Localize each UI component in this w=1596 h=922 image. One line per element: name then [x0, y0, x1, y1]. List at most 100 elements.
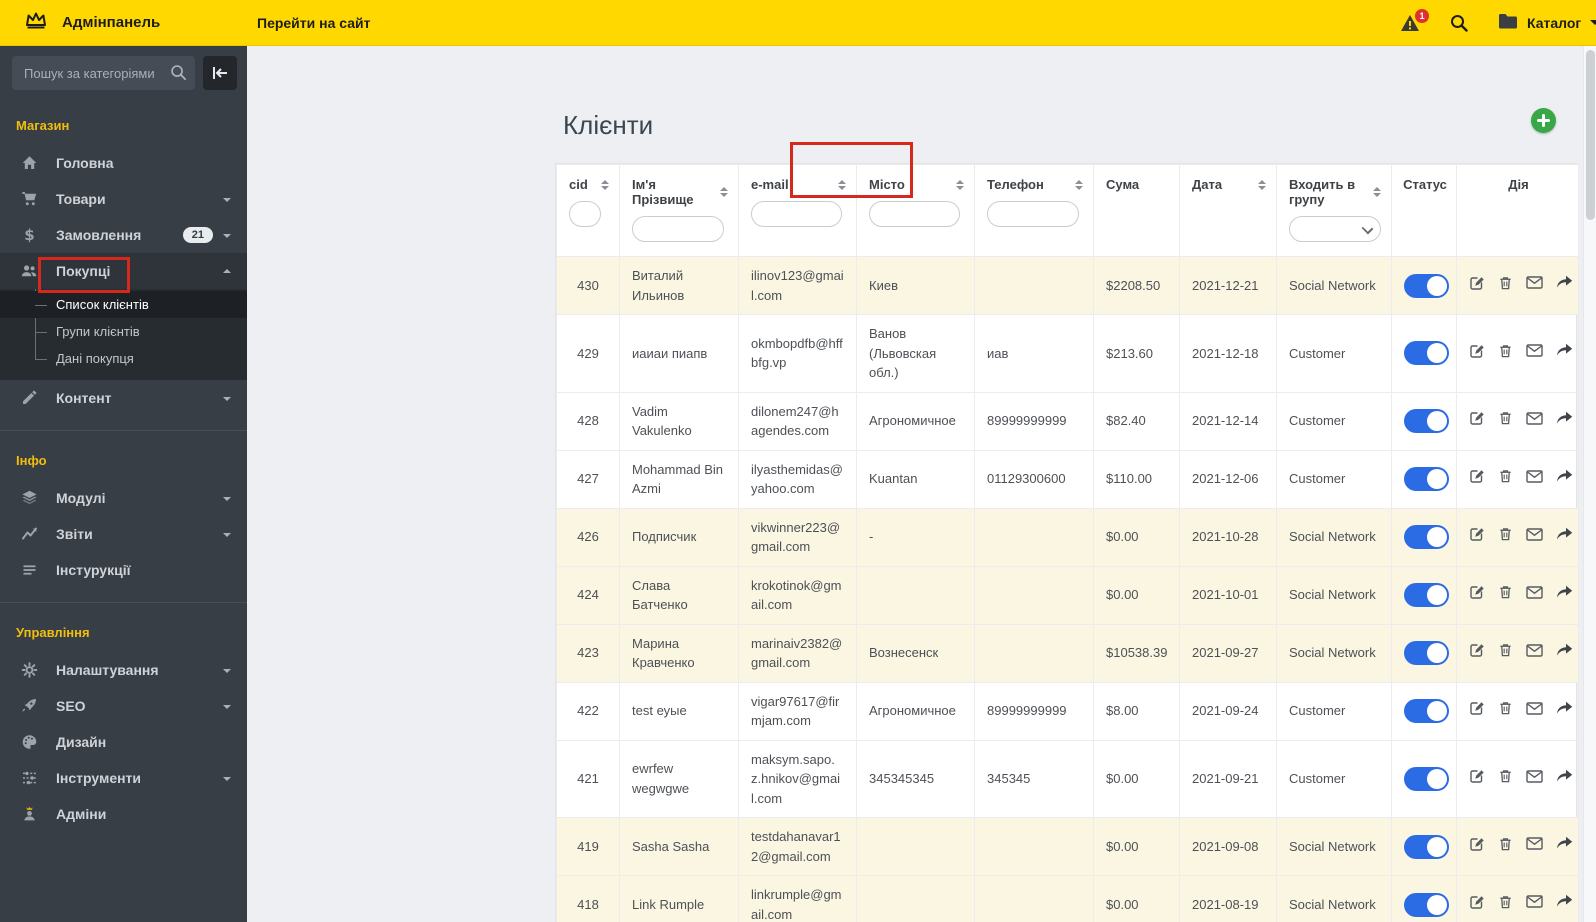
- sort-icon[interactable]: [838, 179, 846, 190]
- sidebar-subitem-customer-data[interactable]: Дані покупця: [0, 345, 247, 372]
- share-button[interactable]: [1556, 527, 1573, 542]
- delete-button[interactable]: [1498, 410, 1513, 426]
- share-button[interactable]: [1556, 769, 1573, 784]
- cell-email-value: ilinov123@gmail.com: [751, 268, 844, 303]
- sidebar-item-home[interactable]: Головна: [0, 145, 247, 181]
- table-row: 428 Vadim Vakulenko dilonem247@hagendes.co…: [556, 391, 1579, 451]
- mail-button[interactable]: [1526, 585, 1543, 600]
- mail-button[interactable]: [1526, 527, 1543, 542]
- sidebar-item-instructions[interactable]: Інстурукції: [0, 552, 247, 588]
- mail-button[interactable]: [1526, 836, 1543, 851]
- edit-button[interactable]: [1469, 526, 1485, 542]
- category-search-input[interactable]: [12, 56, 195, 90]
- sidebar-subitem-client-groups[interactable]: Групи клієнтів: [0, 318, 247, 345]
- mail-button[interactable]: [1526, 411, 1543, 426]
- sidebar-item-settings[interactable]: Налаштування: [0, 652, 247, 688]
- delete-button[interactable]: [1498, 700, 1513, 716]
- share-button[interactable]: [1556, 643, 1573, 658]
- edit-button[interactable]: [1469, 768, 1485, 784]
- share-button[interactable]: [1556, 836, 1573, 851]
- sidebar-item-orders[interactable]: $ Замовлення 21: [0, 217, 247, 253]
- status-toggle[interactable]: [1404, 834, 1449, 859]
- delete-button[interactable]: [1498, 894, 1513, 910]
- status-toggle[interactable]: [1404, 641, 1449, 665]
- delete-button[interactable]: [1498, 343, 1513, 359]
- mail-button[interactable]: [1526, 643, 1543, 658]
- filter-email-input[interactable]: [751, 201, 843, 227]
- search-icon[interactable]: [170, 64, 187, 86]
- sidebar-item-seo[interactable]: SEO: [0, 688, 247, 724]
- sidebar-item-products[interactable]: Товари: [0, 181, 247, 217]
- delete-button[interactable]: [1498, 768, 1513, 784]
- share-button[interactable]: [1556, 343, 1573, 358]
- edit-button[interactable]: [1469, 894, 1485, 910]
- edit-button[interactable]: [1469, 700, 1485, 716]
- edit-button[interactable]: [1469, 642, 1485, 658]
- mail-button[interactable]: [1526, 469, 1543, 484]
- sidebar-collapse-button[interactable]: [203, 56, 237, 90]
- status-toggle[interactable]: [1404, 467, 1449, 491]
- gear-icon: [16, 662, 42, 678]
- mail-button[interactable]: [1526, 894, 1543, 909]
- share-button[interactable]: [1556, 411, 1573, 426]
- edit-button[interactable]: [1469, 836, 1485, 852]
- mail-button[interactable]: [1526, 769, 1543, 784]
- add-client-button[interactable]: [1531, 108, 1556, 133]
- status-toggle[interactable]: [1404, 699, 1449, 723]
- filter-group-select[interactable]: [1289, 216, 1381, 242]
- filter-name-input[interactable]: [632, 216, 725, 242]
- sort-icon[interactable]: [1075, 179, 1083, 190]
- sidebar-item-design[interactable]: Дизайн: [0, 724, 247, 760]
- status-toggle[interactable]: [1404, 892, 1449, 917]
- sidebar-item-reports[interactable]: Звіти: [0, 516, 247, 552]
- scrollbar-thumb[interactable]: [1586, 50, 1595, 220]
- delete-button[interactable]: [1498, 584, 1513, 600]
- sort-icon[interactable]: [720, 187, 728, 197]
- edit-button[interactable]: [1469, 275, 1485, 291]
- cell-cid-value: 421: [577, 771, 599, 786]
- status-toggle[interactable]: [1404, 525, 1449, 549]
- alerts-icon[interactable]: 1: [1400, 8, 1429, 32]
- sidebar-item-tools[interactable]: Інструменти: [0, 760, 247, 796]
- status-toggle[interactable]: [1404, 341, 1449, 366]
- delete-button[interactable]: [1498, 526, 1513, 542]
- edit-button[interactable]: [1469, 410, 1485, 426]
- filter-phone-input[interactable]: [987, 201, 1080, 227]
- cell-city: Kuantan: [856, 449, 975, 509]
- sort-icon[interactable]: [1373, 187, 1381, 197]
- share-button[interactable]: [1556, 585, 1573, 600]
- mail-button[interactable]: [1526, 701, 1543, 716]
- delete-button[interactable]: [1498, 642, 1513, 658]
- share-button[interactable]: [1556, 469, 1573, 484]
- delete-button[interactable]: [1498, 275, 1513, 291]
- sort-icon[interactable]: [956, 179, 964, 190]
- mail-button[interactable]: [1526, 275, 1543, 290]
- share-button[interactable]: [1556, 275, 1573, 290]
- sidebar-item-modules[interactable]: Модулі: [0, 480, 247, 516]
- sidebar-item-content[interactable]: Контент: [0, 380, 247, 416]
- share-button[interactable]: [1556, 894, 1573, 909]
- delete-button[interactable]: [1498, 468, 1513, 484]
- sidebar-subitem-clients-list[interactable]: Список клієнтів: [0, 291, 247, 318]
- catalog-menu[interactable]: Каталог: [1498, 13, 1596, 32]
- status-toggle[interactable]: [1404, 766, 1449, 791]
- search-icon[interactable]: [1450, 14, 1468, 32]
- brand[interactable]: Адмінпанель: [0, 10, 233, 35]
- sidebar-item-admins[interactable]: Адміни: [0, 796, 247, 832]
- filter-city-input[interactable]: [869, 201, 961, 227]
- vertical-scrollbar[interactable]: [1583, 46, 1596, 922]
- status-toggle[interactable]: [1404, 273, 1449, 298]
- edit-button[interactable]: [1469, 343, 1485, 359]
- status-toggle[interactable]: [1404, 409, 1449, 433]
- sort-icon[interactable]: [1258, 179, 1266, 190]
- go-to-site-link[interactable]: Перейти на сайт: [257, 15, 370, 31]
- share-button[interactable]: [1556, 701, 1573, 716]
- mail-button[interactable]: [1526, 343, 1543, 358]
- sort-icon[interactable]: [601, 179, 609, 190]
- edit-button[interactable]: [1469, 584, 1485, 600]
- edit-button[interactable]: [1469, 468, 1485, 484]
- delete-button[interactable]: [1498, 836, 1513, 852]
- sidebar-item-customers[interactable]: Покупці: [0, 253, 247, 289]
- filter-cid-input[interactable]: [569, 201, 601, 227]
- status-toggle[interactable]: [1404, 583, 1449, 607]
